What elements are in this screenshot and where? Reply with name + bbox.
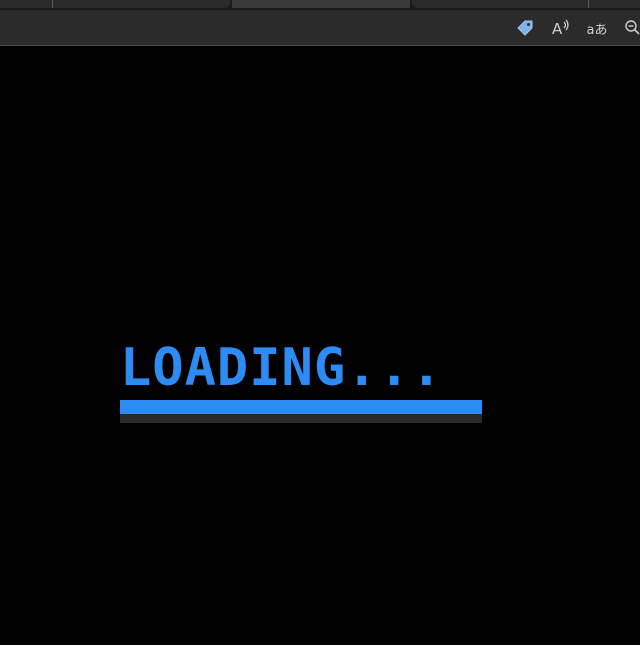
loading-text: LOADING... <box>120 338 444 398</box>
browser-tab[interactable] <box>0 0 230 8</box>
tag-icon[interactable] <box>512 16 538 40</box>
browser-tab-active[interactable] <box>232 0 410 8</box>
browser-tab[interactable] <box>412 0 640 8</box>
browser-toolbar: A aあ <box>0 10 640 46</box>
tab-strip <box>0 0 640 10</box>
read-aloud-icon[interactable]: A <box>548 16 574 40</box>
progress-bar <box>120 400 482 423</box>
translate-glyph: aあ <box>586 22 608 38</box>
progress-fill <box>120 400 482 414</box>
translate-icon[interactable]: aあ <box>584 16 610 40</box>
zoom-out-icon[interactable] <box>620 16 640 40</box>
tab-separator <box>588 0 589 8</box>
read-aloud-glyph: A <box>552 20 563 37</box>
tab-separator <box>52 0 53 8</box>
